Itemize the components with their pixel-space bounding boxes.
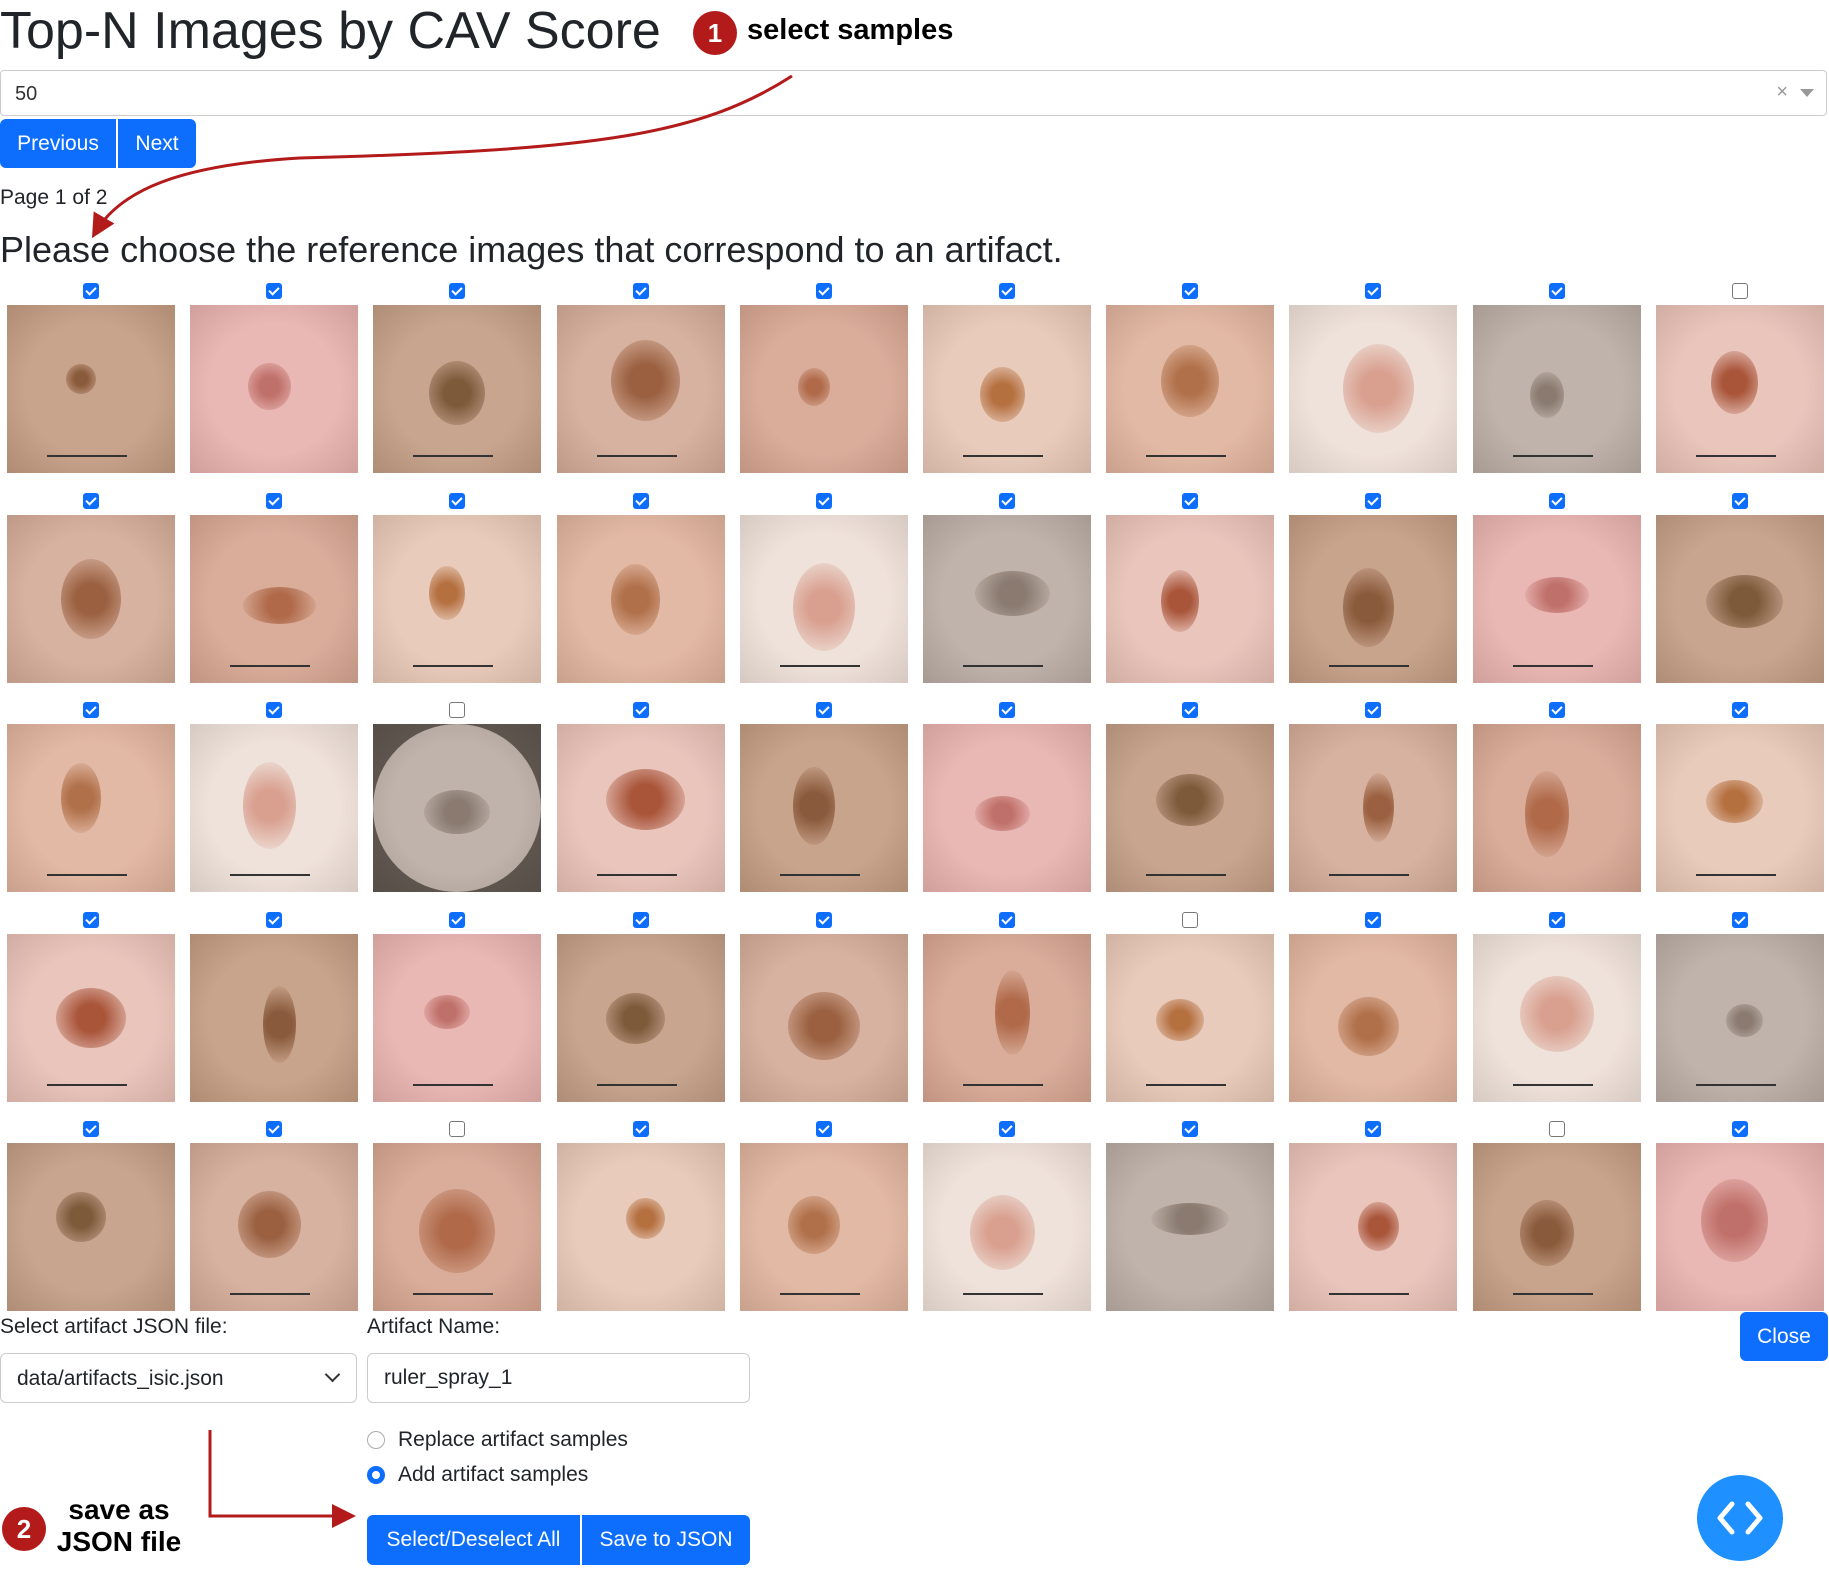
save-to-json-button[interactable]: Save to JSON — [582, 1515, 750, 1565]
step2-annotation: save as JSON file — [54, 1494, 184, 1558]
json-file-select[interactable]: data/artifacts_isic.json — [0, 1353, 357, 1403]
step2-arrow — [208, 1430, 356, 1528]
json-file-label: Select artifact JSON file: — [0, 1315, 228, 1338]
chevron-down-icon — [324, 1366, 341, 1383]
code-brackets-icon — [1717, 1501, 1763, 1535]
replace-samples-radio[interactable] — [367, 1431, 385, 1449]
code-fab-button[interactable] — [1697, 1475, 1783, 1561]
add-samples-label: Add artifact samples — [398, 1463, 589, 1486]
json-file-select-value: data/artifacts_isic.json — [17, 1367, 224, 1390]
step2-line2: JSON file — [56, 1526, 182, 1557]
artifact-name-input[interactable] — [367, 1353, 750, 1403]
add-samples-radio[interactable] — [367, 1466, 385, 1484]
close-button[interactable]: Close — [1740, 1312, 1828, 1361]
select-deselect-all-button[interactable]: Select/Deselect All — [367, 1515, 580, 1565]
step2-line1: save as — [68, 1494, 170, 1525]
step2-badge: 2 — [2, 1507, 46, 1551]
replace-samples-label: Replace artifact samples — [398, 1428, 628, 1451]
annotation-arrows — [91, 74, 793, 1528]
step1-arrow — [91, 74, 793, 239]
artifact-name-label: Artifact Name: — [367, 1315, 501, 1338]
